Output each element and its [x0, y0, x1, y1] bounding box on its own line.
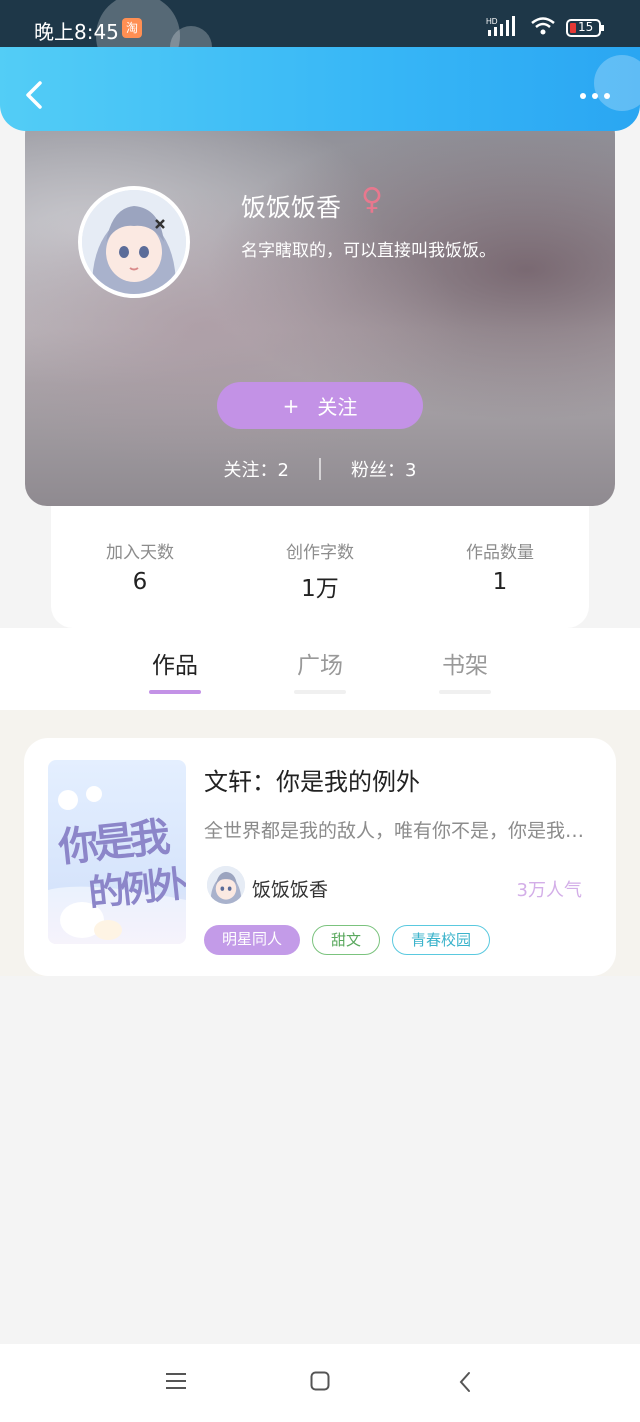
- status-bar: 晚上8:45 淘 HD 15: [0, 0, 640, 78]
- popularity-count: 3万人气: [516, 880, 582, 901]
- tag-celebrity-fanfic[interactable]: 明星同人: [204, 925, 300, 955]
- stat-value: 1万: [301, 576, 339, 602]
- avatar[interactable]: [78, 186, 190, 298]
- stat-value: 6: [132, 569, 148, 595]
- tab-label: 作品: [152, 653, 198, 679]
- anime-avatar-image: [207, 866, 245, 904]
- divider: [319, 458, 321, 480]
- following-count[interactable]: 关注：2: [224, 456, 289, 482]
- work-description: 全世界都是我的敌人，唯有你不是，你是我的例外: [204, 820, 594, 842]
- chevron-left-icon[interactable]: [22, 81, 50, 109]
- tab-label: 书架: [442, 653, 488, 679]
- menu-icon[interactable]: [166, 1372, 186, 1390]
- tab-bar: 作品 广场 书架: [0, 628, 640, 710]
- stat-value: 1: [492, 569, 508, 595]
- signal-icon: HD: [486, 16, 520, 40]
- tab-bookshelf[interactable]: 书架: [425, 646, 505, 694]
- stat-works-count: 作品数量 1: [430, 538, 570, 595]
- stat-label: 作品数量: [466, 543, 534, 563]
- stat-join-days: 加入天数 6: [70, 538, 210, 595]
- profile-name: 饭饭饭香: [241, 193, 342, 222]
- decorative-bubble: [594, 55, 640, 111]
- plus-icon: +: [282, 393, 300, 418]
- app-header: [0, 47, 640, 131]
- cover-title-line2: 的例外: [86, 864, 186, 915]
- network-label: HD: [486, 17, 498, 26]
- back-icon[interactable]: [458, 1371, 472, 1393]
- follow-button[interactable]: + 关注: [217, 382, 423, 429]
- battery-icon: 15: [566, 18, 604, 38]
- tab-works[interactable]: 作品: [135, 646, 215, 694]
- follow-button-label: 关注: [317, 395, 358, 419]
- stat-label: 创作字数: [286, 543, 354, 563]
- tag-campus[interactable]: 青春校园: [392, 925, 490, 955]
- stats-card: 加入天数 6 创作字数 1万 作品数量 1: [51, 490, 589, 628]
- tab-label: 广场: [297, 653, 343, 679]
- more-horizontal-icon[interactable]: [580, 93, 610, 99]
- anime-avatar-image: [82, 190, 186, 294]
- tab-indicator: [439, 690, 491, 694]
- battery-level: 15: [578, 20, 594, 34]
- status-icons: HD 15: [486, 16, 604, 40]
- author-avatar[interactable]: [207, 866, 245, 904]
- system-nav-bar: [0, 1344, 640, 1422]
- stat-label: 加入天数: [106, 543, 174, 563]
- fans-count[interactable]: 粉丝：3: [351, 456, 416, 482]
- stat-word-count: 创作字数 1万: [250, 538, 390, 603]
- book-cover[interactable]: 你是我 的例外: [48, 760, 186, 944]
- tab-square[interactable]: 广场: [280, 646, 360, 694]
- follow-stats: 关注：2 粉丝：3: [25, 456, 615, 482]
- wifi-icon: [530, 16, 556, 40]
- profile-hero: 饭饭饭香 ♀ 名字瞎取的，可以直接叫我饭饭。 + 关注 关注：2 粉丝：3: [25, 112, 615, 506]
- home-icon[interactable]: [310, 1371, 330, 1391]
- tab-indicator: [294, 690, 346, 694]
- author-name[interactable]: 饭饭饭香: [252, 875, 328, 902]
- tag-sweet[interactable]: 甜文: [312, 925, 380, 955]
- tab-indicator: [149, 690, 201, 694]
- profile-bio: 名字瞎取的，可以直接叫我饭饭。: [241, 241, 496, 261]
- female-icon: ♀: [361, 182, 383, 217]
- work-card[interactable]: 你是我 的例外 文轩：你是我的例外 全世界都是我的敌人，唯有你不是，你是我的例外…: [24, 738, 616, 976]
- work-title[interactable]: 文轩：你是我的例外: [204, 762, 420, 797]
